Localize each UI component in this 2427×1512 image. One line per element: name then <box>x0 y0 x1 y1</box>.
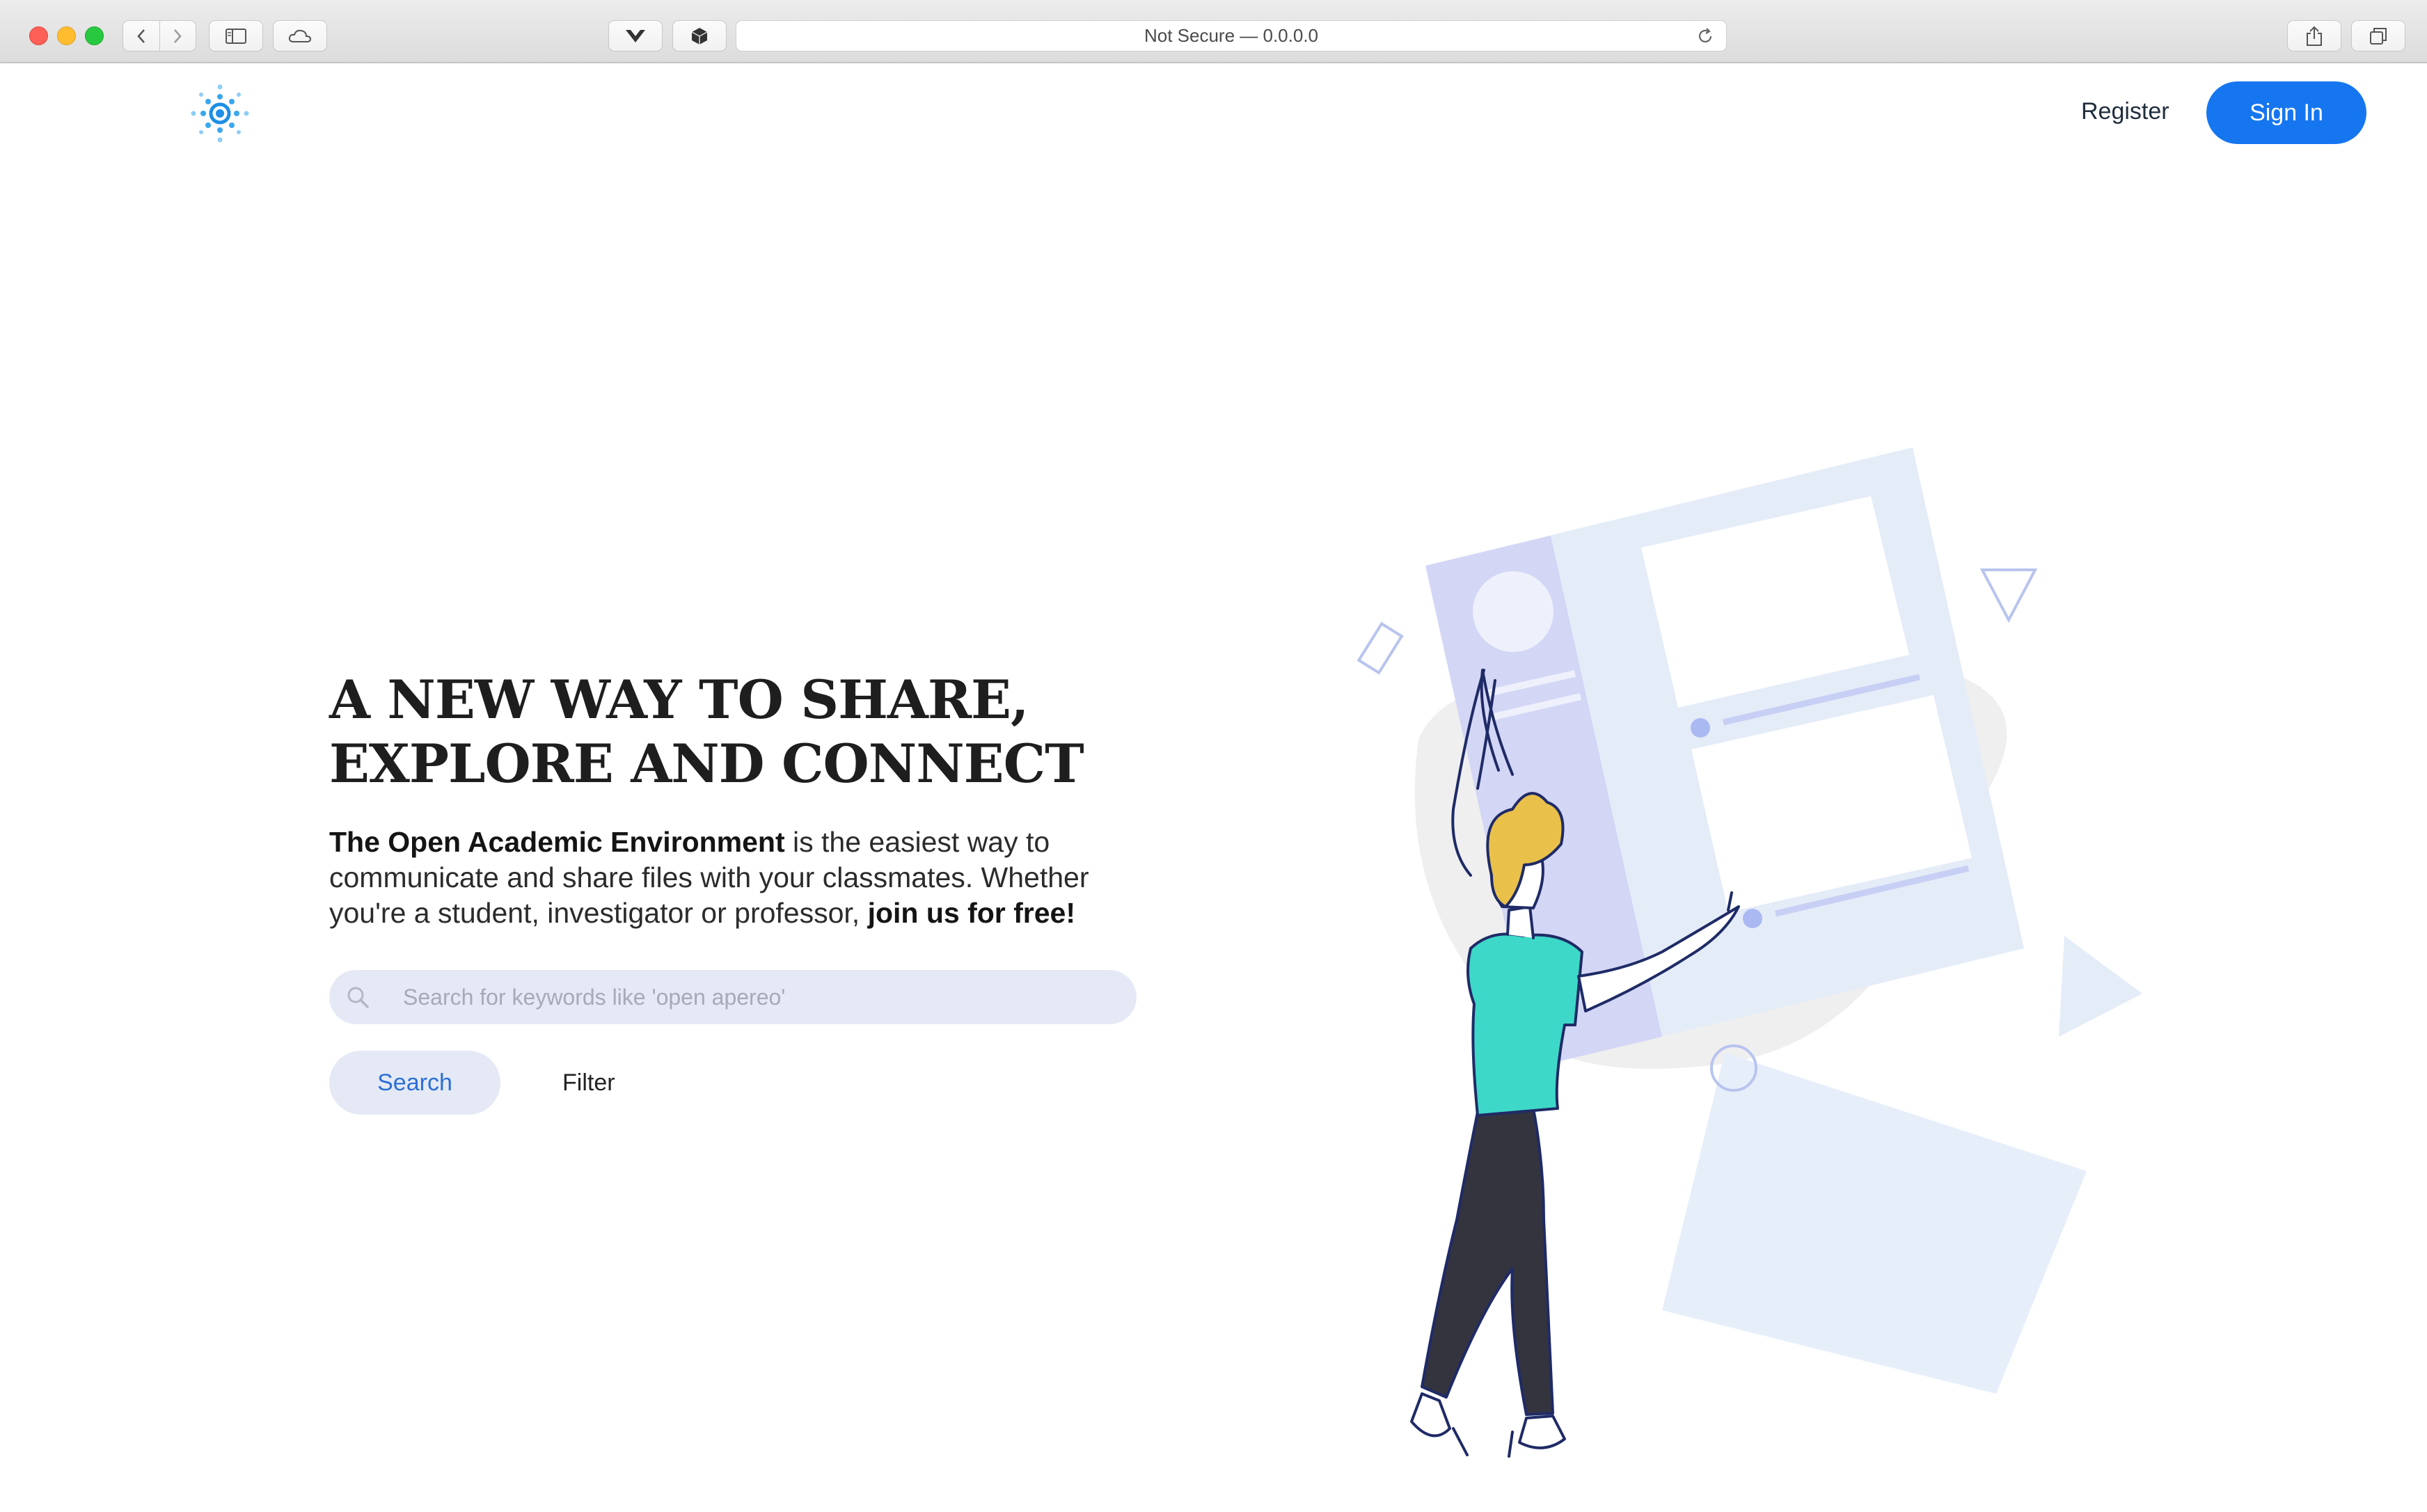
intro-cta: join us for free! <box>867 897 1075 929</box>
headline-line-2: EXPLORE AND CONNECT <box>329 733 1084 795</box>
page-content: Register Sign In A NEW WAY TO SHARE, EXP… <box>13 65 2427 1512</box>
chevron-left-icon <box>137 29 145 43</box>
history-nav <box>122 20 196 51</box>
share-button[interactable] <box>2287 20 2341 51</box>
search-icon <box>343 982 372 1012</box>
lower-panel-shape <box>1662 1053 2087 1394</box>
outline-triangle <box>1979 568 2038 623</box>
chevron-right-icon <box>174 29 182 43</box>
tab-overview-button[interactable] <box>2351 20 2405 51</box>
back-button[interactable] <box>123 21 159 51</box>
register-link[interactable]: Register <box>2081 94 2169 129</box>
oae-logo-icon[interactable] <box>190 83 250 143</box>
search-input[interactable] <box>402 976 1125 1018</box>
icloud-tabs-button[interactable] <box>273 20 327 51</box>
browser-toolbar: Not Secure — 0.0.0.0 <box>0 0 2427 63</box>
tabs-icon <box>2370 27 2387 45</box>
outline-tilted-rect <box>1357 621 1404 675</box>
hero-illustration <box>1357 447 2142 1458</box>
extension-button-1[interactable] <box>608 20 663 51</box>
close-window-button[interactable] <box>29 26 48 45</box>
address-text: Not Secure — 0.0.0.0 <box>1144 25 1319 46</box>
solid-triangle <box>2059 936 2142 1037</box>
share-icon <box>2307 26 2322 46</box>
zoom-window-button[interactable] <box>85 26 104 45</box>
cube-icon <box>691 27 708 45</box>
sidebar-icon <box>226 28 246 44</box>
sign-in-button[interactable]: Sign In <box>2206 81 2366 144</box>
search-button[interactable]: Search <box>329 1051 500 1115</box>
minimize-window-button[interactable] <box>57 26 76 45</box>
extension-logo-icon <box>626 29 645 42</box>
address-bar[interactable]: Not Secure — 0.0.0.0 <box>736 20 1727 51</box>
filter-button[interactable]: Filter <box>562 1065 615 1100</box>
intro-brand: The Open Academic Environment <box>329 826 785 858</box>
sidebar-toggle-button[interactable] <box>209 20 263 51</box>
hero-headline: A NEW WAY TO SHARE, EXPLORE AND CONNECT <box>329 668 1234 796</box>
extension-button-2[interactable] <box>672 20 727 51</box>
forward-button[interactable] <box>159 21 196 51</box>
reload-icon[interactable] <box>1695 26 1715 46</box>
headline-line-1: A NEW WAY TO SHARE, <box>329 669 1029 731</box>
hero-intro: The Open Academic Environment is the eas… <box>329 825 1164 931</box>
search-bar <box>329 970 1137 1024</box>
cloud-icon <box>288 29 312 42</box>
